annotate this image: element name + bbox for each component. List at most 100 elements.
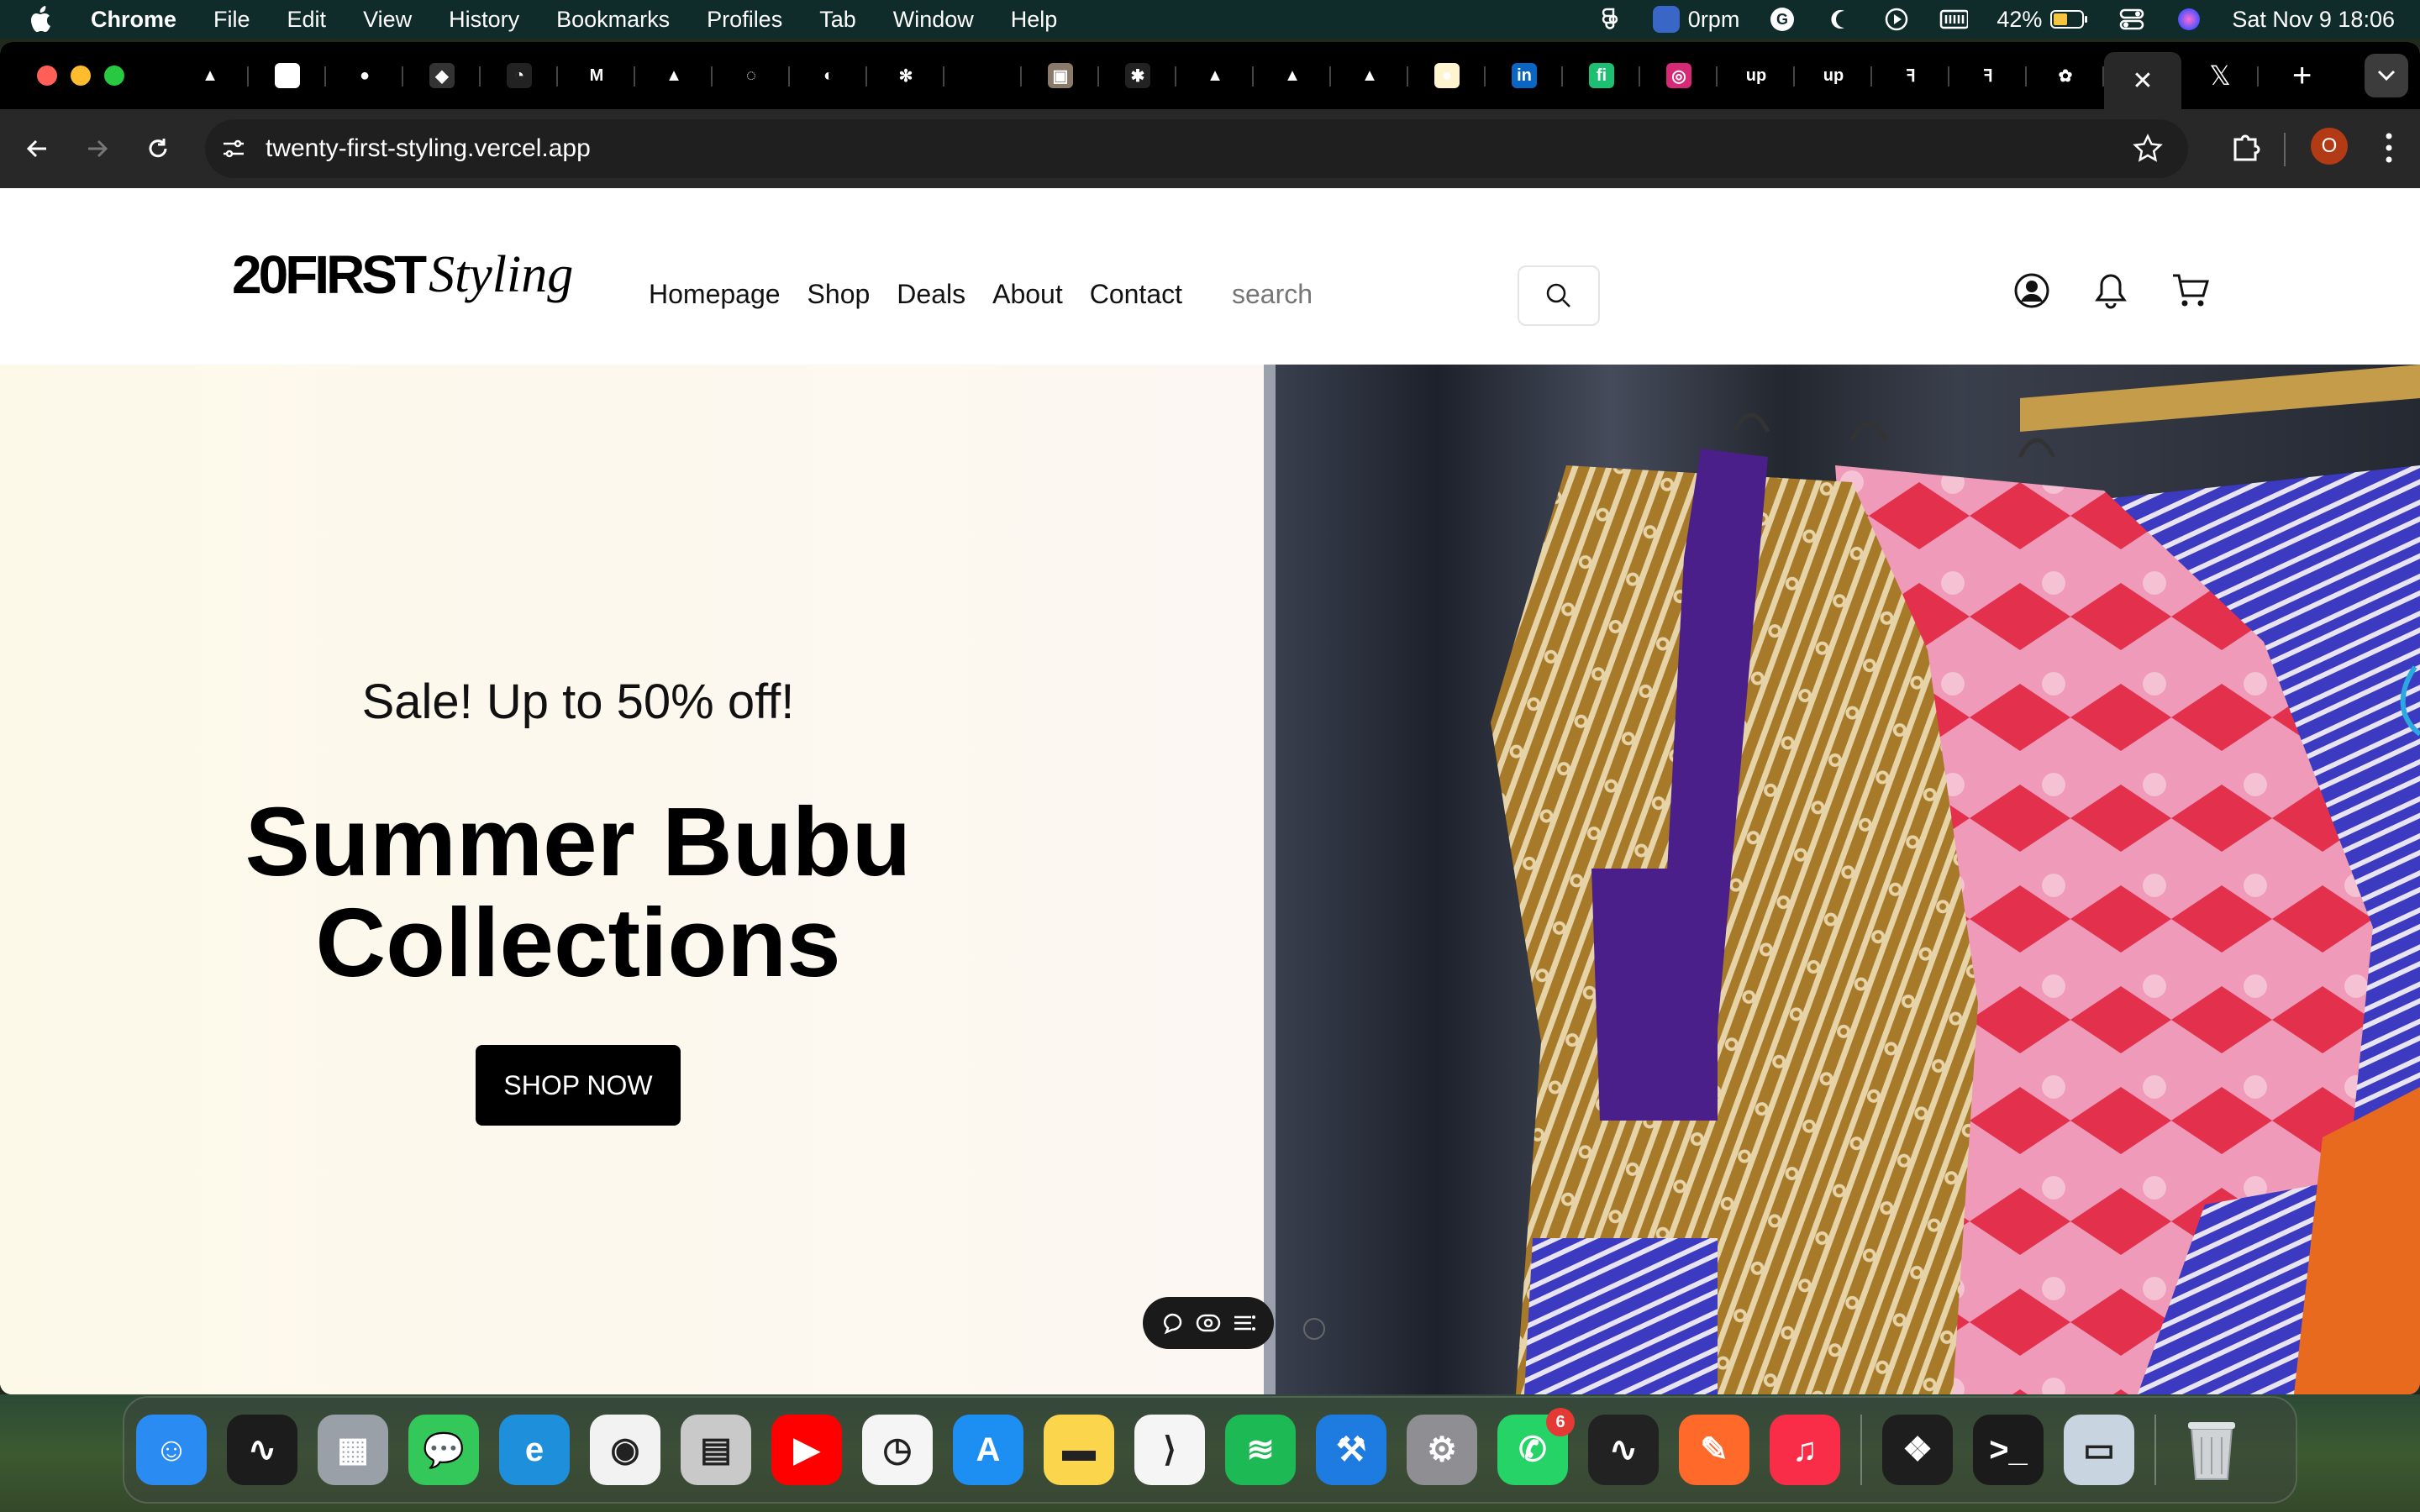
tab-vercel[interactable]: ▲ — [171, 51, 249, 100]
eye-icon[interactable] — [1196, 1313, 1221, 1333]
tab-site[interactable]: ꟻ — [1872, 51, 1949, 100]
search-button[interactable] — [1518, 265, 1600, 326]
clock-icon[interactable]: ◷ — [862, 1415, 933, 1485]
moon-icon[interactable] — [1825, 5, 1854, 34]
grammarly-icon[interactable]: G — [1768, 5, 1797, 34]
system-settings-icon[interactable]: ⚙ — [1407, 1415, 1477, 1485]
whatsapp-icon[interactable]: ✆ 6 — [1497, 1408, 1575, 1485]
music-icon[interactable]: ♫ — [1770, 1415, 1840, 1485]
address-bar[interactable]: twenty-first-styling.vercel.app — [205, 119, 2188, 178]
new-tab-button[interactable]: + — [2292, 57, 2312, 95]
vscode-icon[interactable]: ⟩ — [1134, 1415, 1205, 1485]
terminal-icon[interactable]: >_ — [1973, 1415, 2044, 1485]
site-info-icon[interactable] — [220, 135, 247, 162]
chrome-icon[interactable]: ◉ — [590, 1415, 660, 1485]
trash-icon[interactable] — [2176, 1415, 2247, 1485]
tab-openai[interactable]: ✻ — [867, 51, 944, 100]
finder-icon[interactable]: ☺ — [136, 1415, 207, 1485]
fan-status[interactable]: 0rpm — [1652, 6, 1739, 33]
nav-shop[interactable]: Shop — [808, 279, 871, 310]
tab-active[interactable]: ✕ — [2104, 52, 2181, 109]
tab-google-photos[interactable]: ✿ — [2027, 51, 2104, 100]
play-circle-icon[interactable] — [1882, 5, 1911, 34]
tab-x[interactable]: 𝕏 — [2181, 51, 2259, 100]
menu-profiles[interactable]: Profiles — [707, 7, 782, 33]
user-account-icon[interactable] — [2013, 272, 2050, 309]
more-menu-icon[interactable] — [2383, 129, 2395, 166]
menu-app-name[interactable]: Chrome — [91, 7, 176, 33]
memory-icon[interactable] — [1939, 5, 1969, 34]
voice-memos-icon[interactable]: ∿ — [227, 1415, 297, 1485]
apple-menu-icon[interactable] — [0, 6, 84, 33]
nav-contact[interactable]: Contact — [1090, 279, 1182, 310]
menubar-clock[interactable]: Sat Nov 9 18:06 — [2232, 7, 2395, 33]
close-window-button[interactable] — [37, 66, 57, 86]
edge-icon[interactable]: e — [499, 1415, 570, 1485]
tab-app[interactable]: ◆ — [403, 51, 481, 100]
control-center-icon[interactable] — [2118, 5, 2146, 34]
nav-about[interactable]: About — [992, 279, 1063, 310]
zoom-window-button[interactable] — [104, 66, 124, 86]
bell-icon[interactable] — [2092, 272, 2129, 311]
tab-digitalocean[interactable]: ◐ — [790, 51, 867, 100]
menu-bookmarks[interactable]: Bookmarks — [556, 7, 670, 33]
menu-help[interactable]: Help — [1011, 7, 1058, 33]
tab-blank[interactable] — [944, 51, 1022, 100]
tab-upwork[interactable]: up — [1795, 51, 1872, 100]
carousel-dot-2[interactable] — [1303, 1318, 1325, 1340]
tab-page[interactable]: ✎ — [249, 51, 326, 100]
tab-vercel[interactable]: ▲ — [1331, 51, 1408, 100]
figma-status-icon[interactable] — [1596, 5, 1624, 34]
tab-loader[interactable]: ◌ — [713, 51, 790, 100]
menu-lines-icon[interactable] — [1233, 1313, 1256, 1333]
xcode-icon[interactable]: ⚒ — [1316, 1415, 1386, 1485]
tab-sun[interactable]: ● — [1408, 51, 1486, 100]
back-button[interactable] — [7, 118, 67, 179]
minimize-window-button[interactable] — [71, 66, 91, 86]
extensions-icon[interactable] — [2230, 129, 2264, 166]
nav-homepage[interactable]: Homepage — [649, 279, 781, 310]
menu-window[interactable]: Window — [893, 7, 974, 33]
tab-search-button[interactable] — [2365, 54, 2408, 97]
search-input[interactable] — [1232, 279, 1501, 310]
tab-github[interactable]: ● — [326, 51, 403, 100]
messages-icon[interactable]: 💬 — [408, 1415, 479, 1485]
activity-monitor-icon[interactable]: ∿ — [1588, 1415, 1659, 1485]
launchpad-icon[interactable]: ▦ — [318, 1415, 388, 1485]
spotify-icon[interactable]: ≋ — [1225, 1415, 1296, 1485]
preview-icon[interactable]: ▭ — [2064, 1415, 2134, 1485]
figma-icon[interactable]: ❖ — [1882, 1415, 1953, 1485]
tab-site[interactable]: ꟻ — [1949, 51, 2027, 100]
tab-instagram[interactable]: ◎ — [1640, 51, 1718, 100]
tab-gmail[interactable]: M — [558, 51, 635, 100]
cart-icon[interactable] — [2171, 272, 2210, 309]
menu-view[interactable]: View — [363, 7, 412, 33]
youtube-music-icon[interactable]: ▶ — [771, 1415, 842, 1485]
reload-button[interactable] — [128, 118, 188, 179]
tab-colorful[interactable]: ✱ — [1099, 51, 1176, 100]
calculator-icon[interactable]: ▤ — [681, 1415, 751, 1485]
shop-now-button[interactable]: SHOP NOW — [476, 1045, 681, 1126]
tab-vercel[interactable]: ▲ — [635, 51, 713, 100]
app-store-icon[interactable]: A — [953, 1415, 1023, 1485]
menu-edit[interactable]: Edit — [287, 7, 327, 33]
tab-upwork[interactable]: up — [1718, 51, 1795, 100]
site-logo[interactable]: 20FIRST Styling — [232, 237, 573, 312]
tab-photo[interactable]: ▣ — [1022, 51, 1099, 100]
siri-icon[interactable] — [2175, 5, 2203, 34]
profile-avatar[interactable]: O — [2311, 128, 2348, 165]
notes-icon[interactable]: ▬ — [1044, 1415, 1114, 1485]
forward-button[interactable] — [67, 118, 128, 179]
menu-file[interactable]: File — [213, 7, 250, 33]
tab-fiverr[interactable]: fi — [1563, 51, 1640, 100]
battery-status[interactable]: 42% — [1996, 7, 2089, 33]
tab-vercel[interactable]: ▲ — [1176, 51, 1254, 100]
tab-linkedin[interactable]: in — [1486, 51, 1563, 100]
pen-app-icon[interactable]: ✎ — [1679, 1415, 1749, 1485]
close-tab-icon[interactable]: ✕ — [2132, 66, 2153, 96]
tab-gauge[interactable]: ◔ — [481, 51, 558, 100]
comment-icon[interactable] — [1160, 1311, 1184, 1335]
nav-deals[interactable]: Deals — [897, 279, 965, 310]
menu-history[interactable]: History — [449, 7, 519, 33]
menu-tab[interactable]: Tab — [819, 7, 856, 33]
